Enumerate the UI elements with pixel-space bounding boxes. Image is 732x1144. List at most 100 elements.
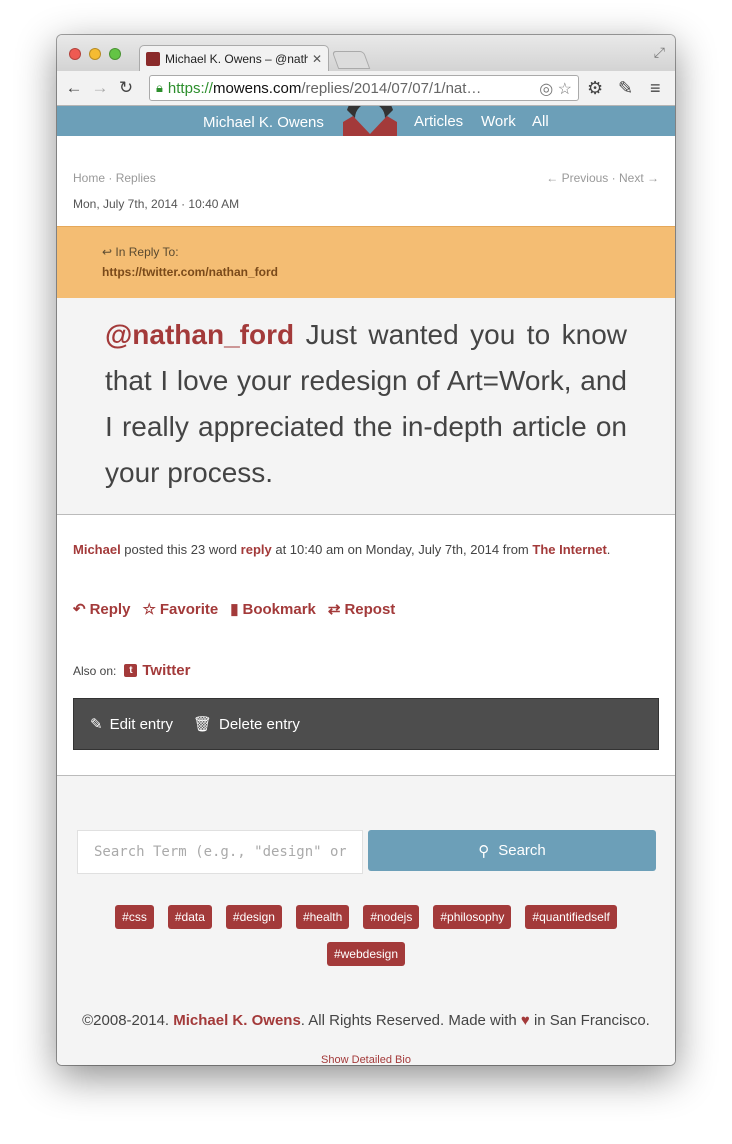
post-date: Mon, July 7th, 2014 · 10:40 AM: [73, 197, 240, 211]
tab-title: Michael K. Owens – @nath: [165, 51, 308, 66]
in-reply-to-box: ↩︎ In Reply To: https://twitter.com/nath…: [57, 226, 675, 298]
meta-text-3: .: [606, 542, 611, 557]
post-meta: Michael posted this 23 word reply at 10:…: [73, 542, 610, 557]
author-link[interactable]: Michael: [73, 542, 121, 557]
fullscreen-icon[interactable]: ⤢: [654, 44, 665, 61]
delete-entry-button[interactable]: 🗑︎ Delete entry: [192, 715, 300, 734]
heart-icon: ♥: [520, 1012, 530, 1029]
reply-button[interactable]: ↶ Reply: [73, 600, 131, 619]
nav-all[interactable]: All: [532, 113, 549, 130]
gear-icon[interactable]: ⚙: [587, 78, 603, 99]
meta-text-1: posted this 23 word: [120, 542, 241, 557]
breadcrumb-separator: ·: [105, 171, 116, 185]
meta-text-2: at 10:40 am on Monday, July 7th, 2014 fr…: [271, 542, 533, 557]
url-host: mowens.com: [212, 79, 302, 97]
minimize-window-button[interactable]: [89, 48, 101, 60]
web-page: Michael K. Owens Articles Work All Home …: [57, 106, 675, 1065]
post-header: Home · Replies ← Previous · Next → Mon, …: [57, 136, 675, 226]
trash-icon: 🗑︎: [192, 716, 212, 733]
mention-link[interactable]: @nathan_ford: [105, 319, 294, 350]
lock-icon: 🔒︎: [156, 80, 163, 95]
pencil-icon: ✎: [90, 716, 103, 733]
also-on: Also on: t Twitter: [73, 662, 190, 679]
post-actions: ↶ Reply ☆ Favorite ▮ Bookmark ⇄ Repost: [73, 600, 396, 619]
close-window-button[interactable]: [69, 48, 81, 60]
in-reply-to-label: ↩︎ In Reply To:: [102, 245, 179, 259]
source-link[interactable]: The Internet: [532, 542, 606, 557]
tab-close-icon[interactable]: ✕: [312, 52, 322, 66]
tag-design[interactable]: #design: [225, 905, 282, 929]
post-pager: ← Previous · Next →: [546, 171, 659, 185]
tag-philosophy[interactable]: #philosophy: [433, 905, 512, 929]
site-name-link[interactable]: Michael K. Owens: [203, 114, 324, 131]
copyright-text: ©2008-2014.: [82, 1012, 174, 1029]
new-tab-button[interactable]: [331, 51, 371, 69]
search-button-label: Search: [498, 842, 546, 859]
rights-text: . All Rights Reserved. Made with: [300, 1012, 521, 1029]
browser-toolbar: ← → ↻ 🔒︎ https:// mowens.com /replies/20…: [57, 71, 675, 106]
browser-window: Michael K. Owens – @nath ✕ ⤢ ← → ↻ 🔒︎ ht…: [57, 35, 675, 1065]
tag-data[interactable]: #data: [167, 905, 212, 929]
tag-quantifiedself[interactable]: #quantifiedself: [525, 905, 617, 929]
repost-label: Repost: [344, 600, 396, 618]
menu-icon[interactable]: ≡: [650, 78, 661, 99]
repost-button[interactable]: ⇄ Repost: [327, 600, 396, 619]
post-content: @nathan_ford Just wanted you to know tha…: [57, 298, 675, 515]
tag-webdesign[interactable]: #webdesign: [326, 942, 406, 966]
repost-icon: ⇄: [327, 601, 341, 618]
reload-icon[interactable]: ↻: [113, 78, 139, 98]
bookmark-star-icon[interactable]: ◎ ☆: [539, 79, 572, 99]
search-section: ⚲ Search #css #data #design #health #nod…: [57, 776, 675, 1065]
previous-link[interactable]: ← Previous: [546, 171, 608, 185]
browser-tab[interactable]: Michael K. Owens – @nath ✕: [139, 45, 329, 71]
url-path: /replies/2014/07/07/1/nat…: [301, 79, 482, 97]
address-bar[interactable]: 🔒︎ https:// mowens.com /replies/2014/07/…: [149, 75, 579, 101]
nav-articles[interactable]: Articles: [414, 113, 463, 130]
wrench-icon[interactable]: ✎: [618, 78, 633, 99]
tag-health[interactable]: #health: [295, 905, 350, 929]
url-scheme: https://: [167, 79, 213, 97]
zoom-window-button[interactable]: [109, 48, 121, 60]
site-footer: ©2008-2014. Michael K. Owens. All Rights…: [57, 1012, 675, 1029]
twitter-link[interactable]: t Twitter: [124, 662, 190, 679]
twitter-label: Twitter: [142, 662, 191, 679]
search-icon: ⚲: [478, 842, 490, 860]
post-body: @nathan_ford Just wanted you to know tha…: [105, 312, 627, 496]
next-link[interactable]: Next →: [619, 171, 659, 185]
reply-icon: ↶: [73, 601, 86, 618]
owner-link[interactable]: Michael K. Owens: [173, 1012, 301, 1029]
post-footer: Michael posted this 23 word reply at 10:…: [57, 515, 675, 776]
edit-entry-button[interactable]: ✎ Edit entry: [90, 715, 173, 734]
admin-bar: ✎ Edit entry 🗑︎ Delete entry: [73, 698, 659, 750]
nav-work[interactable]: Work: [481, 113, 516, 130]
search-input[interactable]: [77, 830, 363, 874]
location-text: in San Francisco.: [529, 1012, 650, 1029]
twitter-icon: t: [124, 664, 138, 677]
reply-label: Reply: [89, 600, 131, 618]
tag-css[interactable]: #css: [115, 905, 154, 929]
breadcrumb: Home · Replies: [73, 171, 156, 185]
bookmark-icon: ▮: [230, 601, 239, 618]
in-reply-to-text: In Reply To:: [115, 245, 179, 259]
delete-entry-label: Delete entry: [219, 715, 300, 733]
also-on-label: Also on:: [73, 663, 117, 678]
favicon-icon: [146, 51, 160, 66]
tab-bar: Michael K. Owens – @nath ✕ ⤢: [57, 35, 675, 71]
breadcrumb-replies[interactable]: Replies: [116, 171, 156, 185]
bookmark-label: Bookmark: [242, 600, 316, 618]
favorite-button[interactable]: ☆ Favorite: [142, 600, 219, 619]
favorite-label: Favorite: [159, 600, 219, 618]
bookmark-button[interactable]: ▮ Bookmark: [230, 600, 316, 619]
search-button[interactable]: ⚲ Search: [368, 830, 656, 871]
in-reply-to-link[interactable]: https://twitter.com/nathan_ford: [102, 265, 278, 279]
back-arrow-icon[interactable]: ←: [61, 78, 87, 98]
show-bio-link[interactable]: Show Detailed Bio: [57, 1054, 675, 1065]
forward-arrow-icon[interactable]: →: [87, 78, 113, 98]
post-type-link[interactable]: reply: [241, 542, 272, 557]
star-icon: ☆: [142, 601, 156, 618]
breadcrumb-home[interactable]: Home: [73, 171, 105, 185]
tag-cloud: #css #data #design #health #nodejs #phil…: [57, 899, 675, 973]
reply-arrow-icon: ↩︎: [102, 245, 116, 259]
pager-separator: ·: [608, 171, 619, 185]
tag-nodejs[interactable]: #nodejs: [363, 905, 420, 929]
